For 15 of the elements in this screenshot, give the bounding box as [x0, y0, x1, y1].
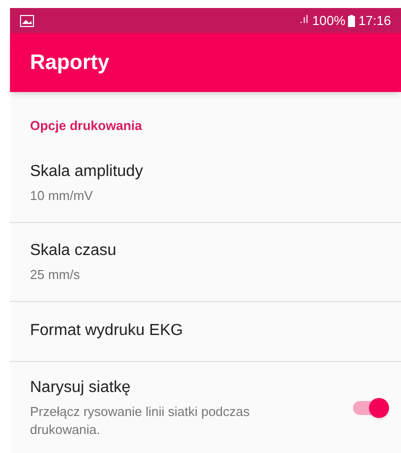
section-header: Opcje drukowania [30, 118, 142, 133]
app-title: Raporty [30, 50, 110, 76]
image-icon [20, 14, 34, 27]
toggle-switch[interactable] [353, 400, 387, 415]
setting-title[interactable]: Format wydruku EKG [30, 319, 387, 344]
clock: 17:16 [358, 12, 391, 30]
setting-title[interactable]: Skala amplitudy [30, 160, 387, 184]
battery-icon [348, 14, 356, 27]
setting-summary: 10 mm/mV [30, 187, 94, 206]
setting-title[interactable]: Narysuj siatkę [30, 376, 353, 400]
signal-text: .ıl [300, 13, 308, 28]
setting-summary: Przełącz rysowanie linii siatki podczas drukowania. [30, 403, 251, 440]
setting-title[interactable]: Skala czasu [30, 239, 387, 264]
setting-summary: 25 mm/s [30, 266, 81, 284]
battery-percent: 100% [312, 12, 346, 30]
